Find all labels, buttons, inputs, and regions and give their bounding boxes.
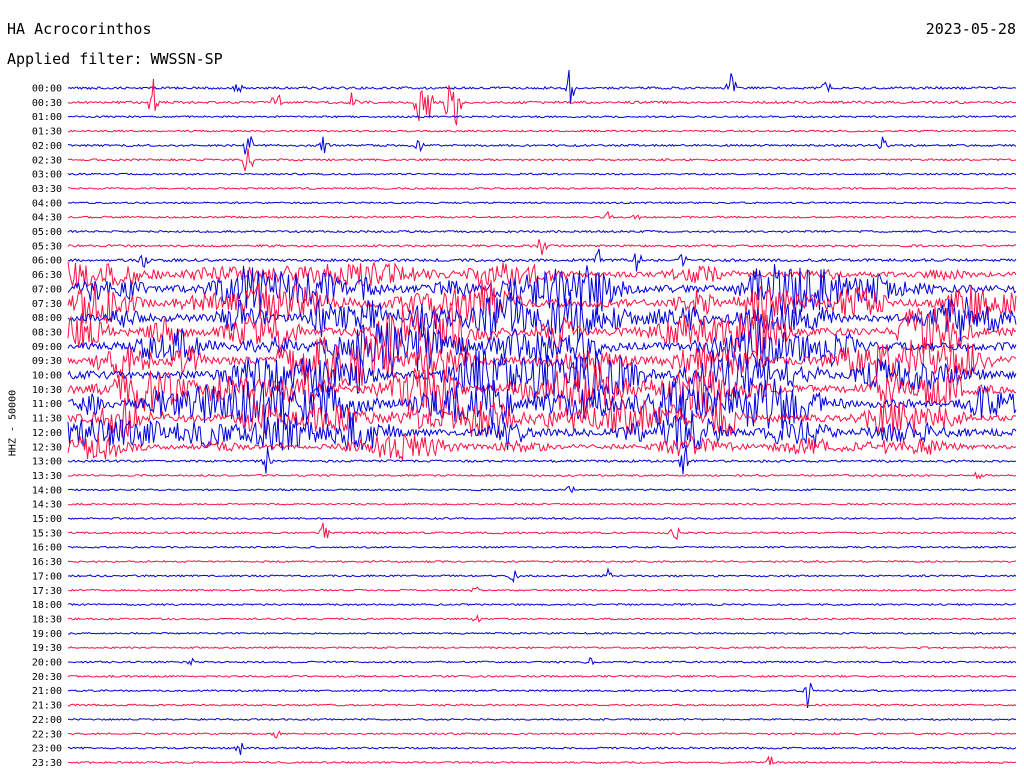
time-label: 03:30 (32, 184, 62, 195)
trace-row (67, 602, 1017, 607)
trace-row (67, 559, 1017, 564)
trace-row (67, 69, 1017, 105)
trace-row (67, 201, 1017, 205)
time-label: 09:00 (32, 342, 62, 353)
time-label: 09:30 (32, 356, 62, 367)
trace-row (67, 186, 1017, 191)
time-label: 20:00 (32, 658, 62, 669)
time-label: 16:00 (32, 543, 62, 554)
trace-group (67, 69, 1017, 766)
trace-row (67, 485, 1017, 494)
trace-row (67, 349, 1017, 400)
trace-row (67, 646, 1017, 650)
trace-row (67, 306, 1017, 356)
trace-row (67, 210, 1017, 221)
time-label: 23:30 (32, 758, 62, 769)
time-label: 12:30 (32, 442, 62, 453)
trace-row (67, 674, 1017, 678)
time-label-group: 00:00 00:30 01:00 01:30 02:00 02:30 03:00 03:30… (32, 84, 62, 769)
trace-row (67, 432, 1017, 462)
time-label: 22:00 (32, 715, 62, 726)
time-label: 14:30 (32, 500, 62, 511)
time-label: 01:30 (32, 127, 62, 138)
time-label: 10:30 (32, 385, 62, 396)
trace-row (67, 522, 1017, 541)
time-label: 21:30 (32, 701, 62, 712)
trace-row (67, 239, 1017, 256)
trace-row (67, 78, 1017, 126)
trace-row (67, 517, 1017, 521)
time-label: 18:30 (32, 614, 62, 625)
trace-row (67, 129, 1017, 133)
trace-row (67, 136, 1017, 155)
time-label: 10:00 (32, 371, 62, 382)
helicorder-plot: 00:00 00:30 01:00 01:30 02:00 02:30 03:00 03:30… (32, 69, 1017, 769)
time-label: 07:30 (32, 299, 62, 310)
time-label: 01:00 (32, 112, 62, 123)
time-label: 13:30 (32, 471, 62, 482)
trace-row (67, 742, 1017, 756)
time-label: 19:00 (32, 629, 62, 640)
trace-row (67, 148, 1017, 172)
time-label: 03:00 (32, 170, 62, 181)
trace-row (67, 657, 1017, 667)
time-label: 04:00 (32, 198, 62, 209)
time-label: 11:00 (32, 399, 62, 410)
time-label: 17:00 (32, 571, 62, 582)
trace-row (67, 631, 1017, 635)
trace-row (67, 703, 1017, 707)
time-label: 06:30 (32, 270, 62, 281)
trace-row (67, 229, 1017, 234)
time-label: 18:00 (32, 600, 62, 611)
time-label: 06:00 (32, 256, 62, 267)
time-label: 00:00 (32, 84, 62, 95)
trace-row (67, 172, 1017, 176)
time-label: 14:00 (32, 485, 62, 496)
time-label: 21:00 (32, 686, 62, 697)
time-label: 02:30 (32, 155, 62, 166)
trace-row (67, 502, 1017, 506)
trace-row (67, 614, 1017, 623)
time-label: 22:30 (32, 729, 62, 740)
time-label: 07:00 (32, 284, 62, 295)
time-label: 12:00 (32, 428, 62, 439)
trace-row (67, 586, 1016, 593)
time-label: 23:00 (32, 744, 62, 755)
trace-row (67, 471, 1017, 480)
trace-row (67, 365, 1017, 413)
time-label: 05:00 (32, 227, 62, 238)
time-label: 20:30 (32, 672, 62, 683)
time-label: 15:30 (32, 528, 62, 539)
time-label: 15:00 (32, 514, 62, 525)
time-label: 08:30 (32, 327, 62, 338)
trace-row (67, 567, 1017, 583)
time-label: 13:00 (32, 457, 62, 468)
time-label: 08:00 (32, 313, 62, 324)
time-label: 05:30 (32, 241, 62, 252)
time-label: 16:30 (32, 557, 62, 568)
time-label: 04:30 (32, 213, 62, 224)
time-label: 11:30 (32, 414, 62, 425)
time-label: 00:30 (32, 98, 62, 109)
time-label: 17:30 (32, 586, 62, 597)
trace-row (67, 115, 1017, 119)
trace-row (67, 755, 1017, 766)
time-label: 19:30 (32, 643, 62, 654)
trace-row (68, 730, 1017, 739)
trace-row (67, 545, 1017, 549)
trace-row (67, 717, 1017, 721)
time-label: 02:00 (32, 141, 62, 152)
